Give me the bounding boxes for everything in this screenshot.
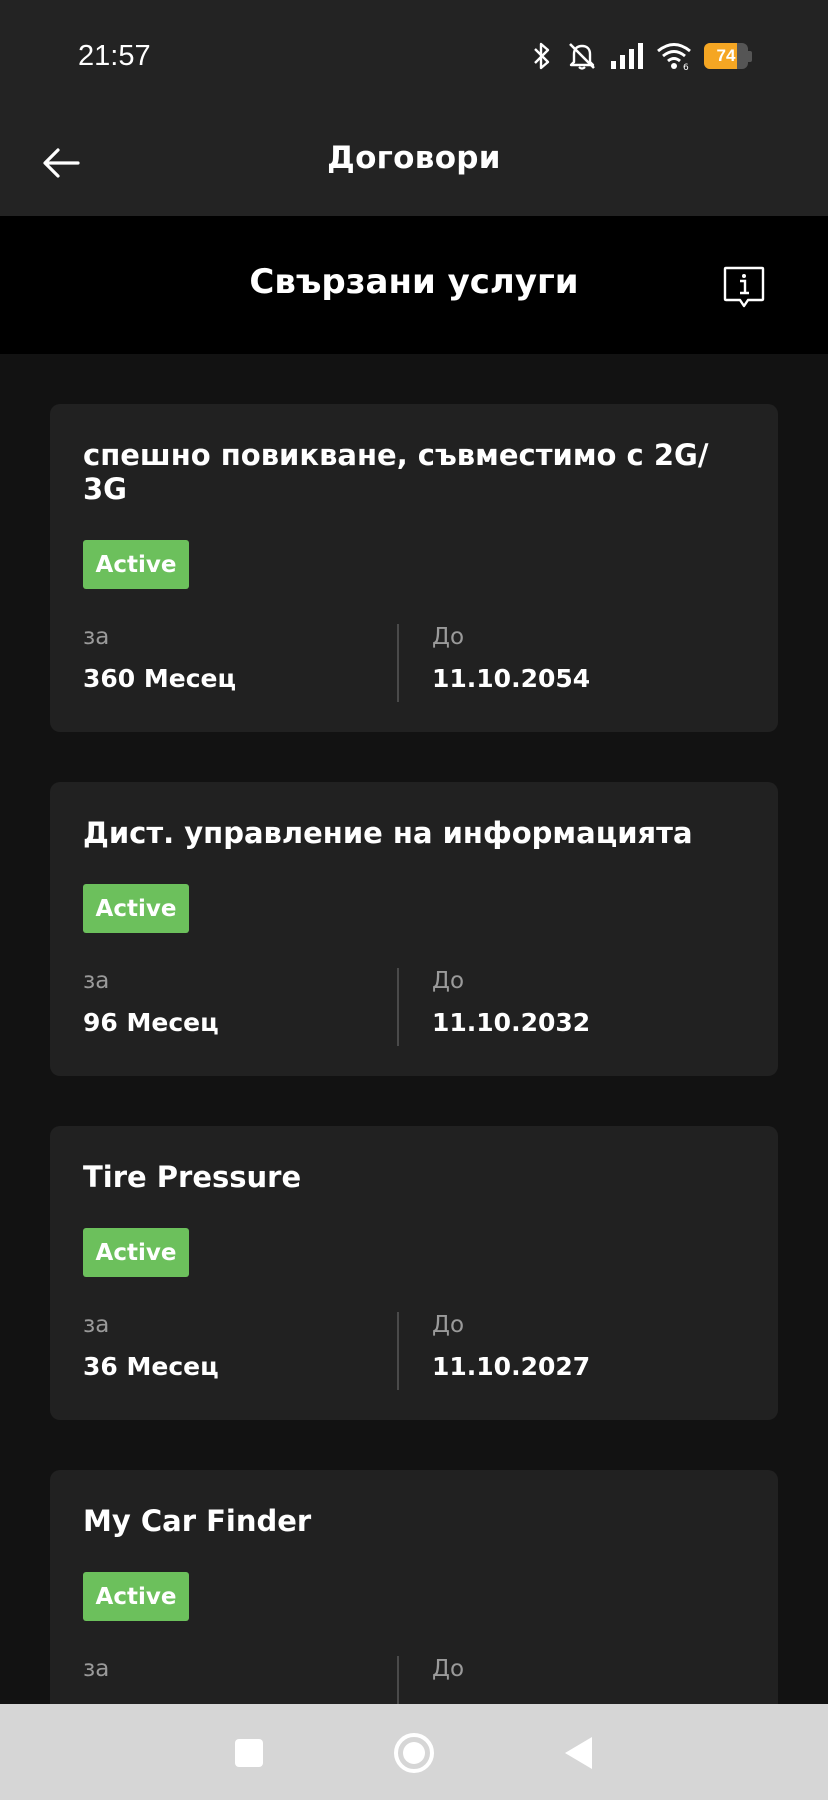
divider (397, 1656, 399, 1704)
duration-label: за (83, 1312, 110, 1338)
duration-label: за (83, 1656, 110, 1682)
until-label: До (432, 624, 465, 650)
duration-label: за (83, 624, 110, 650)
until-label: До (432, 1656, 465, 1682)
status-bar: 21:57 6 74 (0, 0, 828, 110)
status-time: 21:57 (78, 40, 151, 72)
bluetooth-icon (530, 41, 554, 71)
recents-icon (235, 1739, 263, 1767)
system-back-button[interactable] (553, 1728, 603, 1778)
service-card[interactable]: спешно повикване, съвместимо с 2G/ 3G Ac… (50, 404, 778, 732)
status-badge: Active (83, 540, 189, 589)
service-title: Дист. управление на информацията (83, 816, 693, 850)
until-label: До (432, 968, 465, 994)
wifi-icon: 6 (656, 41, 692, 71)
status-badge: Active (83, 1572, 189, 1621)
back-triangle-icon (565, 1737, 592, 1769)
divider (397, 968, 399, 1046)
section-header: Свързани услуги (0, 216, 828, 354)
until-label: До (432, 1312, 465, 1338)
divider (397, 624, 399, 702)
service-title: Tire Pressure (83, 1160, 302, 1194)
until-value: 11.10.2027 (432, 1352, 591, 1381)
app-bar: Договори (0, 110, 828, 216)
info-button[interactable] (716, 260, 772, 316)
service-card[interactable]: Дист. управление на информацията Active … (50, 782, 778, 1076)
recents-button[interactable] (224, 1728, 274, 1778)
svg-text:6: 6 (683, 63, 689, 71)
status-icons: 6 74 (530, 38, 752, 74)
service-card[interactable]: Tire Pressure Active за 36 Месец До 11.1… (50, 1126, 778, 1420)
duration-value: 36 Месец (83, 1352, 219, 1381)
mute-icon (566, 40, 598, 72)
until-value: 11.10.2032 (432, 1008, 591, 1037)
battery-icon: 74 (704, 43, 752, 69)
duration-value: 96 Месец (83, 1008, 219, 1037)
status-badge: Active (83, 1228, 189, 1277)
home-button[interactable] (389, 1728, 439, 1778)
page-title: Договори (327, 140, 501, 176)
battery-level: 74 (716, 46, 736, 65)
home-icon (394, 1733, 434, 1773)
services-list[interactable]: спешно повикване, съвместимо с 2G/ 3G Ac… (0, 354, 828, 1704)
signal-icon (610, 42, 644, 70)
service-card[interactable]: My Car Finder Active за До (50, 1470, 778, 1704)
info-icon (723, 266, 765, 308)
duration-value: 360 Месец (83, 664, 237, 693)
service-title: My Car Finder (83, 1504, 312, 1538)
duration-label: за (83, 968, 110, 994)
system-nav-bar (0, 1704, 828, 1800)
divider (397, 1312, 399, 1390)
until-value: 11.10.2054 (432, 664, 591, 693)
service-title: спешно повикване, съвместимо с 2G/ 3G (83, 438, 709, 506)
status-badge: Active (83, 884, 189, 933)
section-title: Свързани услуги (249, 262, 579, 302)
